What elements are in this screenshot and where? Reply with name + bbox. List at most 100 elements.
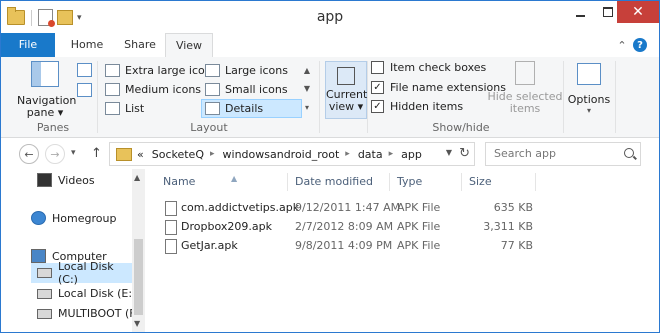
hide-selected-items-button[interactable]: Hide selected items [487, 61, 563, 115]
computer-icon [31, 249, 46, 263]
file-icon [165, 239, 177, 254]
file-name: Dropbox209.apk [181, 220, 272, 233]
nav-item-local-disk-c[interactable]: Local Disk (C:) [31, 260, 137, 286]
layout-option-extra-large-icons[interactable]: Extra large icons [105, 62, 217, 79]
file-icon [165, 220, 177, 235]
layout-option-medium-icons[interactable]: Medium icons [105, 81, 201, 98]
column-header-name[interactable]: Name ▲ [163, 174, 237, 188]
scroll-down-icon[interactable]: ▼ [304, 84, 310, 93]
column-divider[interactable] [461, 173, 462, 191]
column-header-date-modified[interactable]: Date modified [295, 175, 373, 188]
nav-item-multiboot[interactable]: MULTIBOOT (F [37, 307, 136, 320]
group-label-layout: Layout [190, 121, 228, 134]
address-bar[interactable]: « SocketeQ ▸ windowsandroid_root ▸ data ▸ a… [109, 142, 475, 166]
nav-scrollbar[interactable]: ▲ ▼ [132, 169, 145, 332]
group-divider [319, 61, 320, 133]
recent-locations-chevron-icon[interactable]: ▾ [71, 148, 76, 158]
chevron-right-icon[interactable]: ▸ [389, 149, 394, 159]
column-divider[interactable] [535, 173, 536, 191]
title-bar: ▾ app ✕ [1, 1, 659, 33]
navigation-pane-button[interactable]: Navigation pane ▾ [17, 61, 76, 119]
tab-share[interactable]: Share [117, 33, 163, 57]
scroll-up-icon[interactable]: ▲ [134, 173, 140, 182]
large-icons-icon [205, 64, 220, 77]
preview-pane-icon[interactable] [77, 63, 92, 77]
checkbox-unchecked[interactable] [371, 61, 384, 74]
nav-item-homegroup[interactable]: Homegroup [31, 211, 116, 225]
drive-icon [37, 288, 52, 299]
layout-option-label: List [125, 102, 145, 115]
close-button[interactable]: ✕ [617, 1, 659, 23]
layout-gallery-scroll[interactable]: ▲ ▼ ▾ [301, 61, 313, 117]
column-divider[interactable] [287, 173, 288, 191]
scrollbar-thumb[interactable] [134, 239, 143, 315]
breadcrumb-item[interactable]: windowsandroid_root ▸ [223, 148, 350, 161]
file-date: 9/8/2011 4:09 PM [295, 239, 393, 252]
layout-option-small-icons[interactable]: Small icons [205, 81, 288, 98]
column-header-size[interactable]: Size [469, 175, 492, 188]
forward-button[interactable]: → [45, 144, 65, 164]
options-button[interactable]: Options ▾ [567, 61, 611, 115]
checkbox-checked[interactable]: ✓ [371, 81, 384, 94]
address-row: ← → ▾ ↑ « SocketeQ ▸ windowsandroid_root ▸… [1, 138, 659, 168]
checkbox-checked[interactable]: ✓ [371, 100, 384, 113]
details-pane-icon[interactable] [77, 83, 92, 97]
nav-item-videos[interactable]: Videos [37, 173, 95, 187]
scroll-up-icon[interactable]: ▲ [304, 66, 310, 75]
search-placeholder: Search app [494, 147, 556, 160]
breadcrumb-item[interactable]: app [401, 148, 422, 161]
file-row[interactable]: GetJar.apk 9/8/2011 4:09 PM APK File 77 … [161, 237, 541, 256]
column-divider[interactable] [389, 173, 390, 191]
minimize-ribbon-chevron-icon[interactable]: ⌃ [615, 38, 629, 52]
search-input[interactable]: Search app [485, 142, 641, 166]
nav-item-label: Homegroup [52, 211, 117, 225]
current-view-button[interactable]: Current view ▾ [325, 61, 367, 119]
hidden-items-label: Hidden items [390, 100, 464, 113]
item-check-boxes-toggle[interactable]: Item check boxes [371, 61, 486, 74]
back-button[interactable]: ← [19, 144, 39, 164]
nav-item-local-disk-e[interactable]: Local Disk (E:) [37, 287, 136, 300]
minimize-button[interactable] [567, 1, 593, 23]
breadcrumb-item[interactable]: data ▸ [358, 148, 393, 161]
tab-home[interactable]: Home [65, 33, 109, 57]
file-icon [165, 201, 177, 216]
file-name: GetJar.apk [181, 239, 238, 252]
chevron-right-icon[interactable]: ▸ [345, 149, 350, 159]
file-type: APK File [397, 220, 441, 233]
ribbon: Navigation pane ▾ Panes Extra large icon… [1, 57, 659, 138]
tab-view[interactable]: View [165, 33, 213, 59]
details-icon [205, 102, 220, 115]
group-divider [367, 61, 368, 133]
layout-option-label: Medium icons [125, 83, 202, 96]
file-row[interactable]: Dropbox209.apk 2/7/2012 8:09 AM APK File… [161, 218, 541, 237]
layout-option-list[interactable]: List [105, 100, 144, 117]
chevron-right-icon[interactable]: ▸ [210, 149, 215, 159]
tab-file[interactable]: File [1, 33, 55, 57]
maximize-icon [603, 7, 613, 17]
nav-item-label: Local Disk (C:) [57, 260, 114, 286]
layout-option-label: Extra large icons [125, 64, 218, 77]
more-icon[interactable]: ▾ [305, 103, 309, 112]
refresh-icon[interactable]: ↻ [459, 146, 470, 161]
file-size: 3,311 KB [483, 220, 533, 233]
layout-option-large-icons[interactable]: Large icons [205, 62, 288, 79]
column-header-type[interactable]: Type [397, 175, 422, 188]
breadcrumb-overflow[interactable]: « [137, 148, 144, 161]
layout-option-label: Small icons [225, 83, 288, 96]
address-dropdown-chevron-icon[interactable]: ▼ [446, 148, 452, 157]
explorer-window: ▾ app ✕ File Home Share View ⌃ ? Navigat… [0, 0, 660, 333]
up-arrow-icon[interactable]: ↑ [91, 146, 102, 161]
window-title: app [316, 9, 344, 25]
layout-option-details[interactable]: Details [201, 99, 302, 118]
group-label-panes: Panes [36, 121, 70, 134]
file-name-extensions-toggle[interactable]: ✓ File name extensions [371, 81, 506, 94]
group-divider [97, 61, 98, 133]
options-icon [577, 63, 601, 85]
help-icon[interactable]: ? [633, 38, 647, 52]
file-row[interactable]: com.addictvetips.apk 9/12/2011 1:47 AM A… [161, 199, 541, 218]
current-view-label-2: view ▾ [328, 100, 364, 113]
scroll-down-icon[interactable]: ▼ [134, 319, 140, 328]
hidden-items-toggle[interactable]: ✓ Hidden items [371, 100, 463, 113]
breadcrumb-item[interactable]: SocketeQ ▸ [152, 148, 215, 161]
close-icon: ✕ [632, 4, 644, 20]
